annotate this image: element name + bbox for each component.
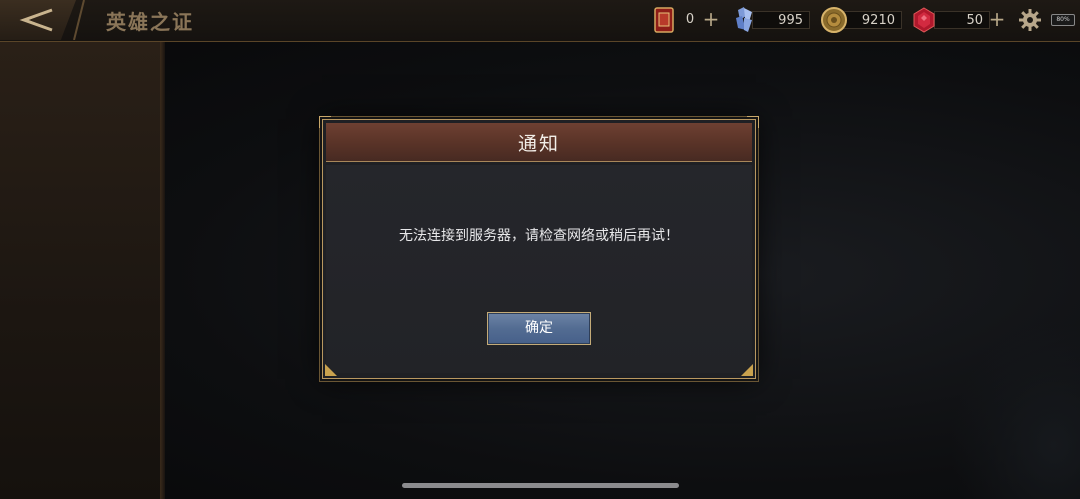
crystal-count: 995 (752, 11, 810, 29)
settings-gear-icon[interactable] (1018, 8, 1042, 32)
left-panel-edge (160, 42, 165, 499)
red-card-icon (654, 7, 674, 33)
gold-coin-icon (821, 7, 847, 33)
confirm-button[interactable]: 确定 (487, 312, 591, 345)
title-divider (73, 0, 85, 40)
corner-ornament (325, 364, 337, 376)
resource-card: 0 + (650, 6, 722, 34)
card-count: 0 (685, 12, 695, 27)
red-gem-icon (913, 7, 935, 33)
add-gem-button[interactable]: + (988, 9, 1006, 29)
left-panel (0, 42, 160, 499)
resource-crystal: 995 (730, 6, 812, 34)
back-chevron-icon (19, 8, 53, 32)
battery-indicator: 80% (1051, 14, 1075, 26)
notice-dialog: 通知 无法连接到服务器，请检查网络或稍后再试！ 确定 (319, 116, 759, 379)
coin-count: 9210 (842, 11, 902, 29)
top-bar: 英雄之证 0 + 995 9210 50 + 80% (0, 0, 1080, 42)
blue-crystal-icon (736, 7, 752, 32)
dialog-title: 通知 (517, 132, 560, 155)
gem-count: 50 (934, 11, 990, 29)
dialog-message: 无法连接到服务器，请检查网络或稍后再试！ (399, 228, 679, 244)
back-button[interactable] (0, 0, 76, 40)
page-title: 英雄之证 (106, 10, 194, 34)
home-indicator[interactable] (402, 483, 679, 488)
add-card-button[interactable]: + (702, 9, 720, 29)
game-screen: 英雄之证 0 + 995 9210 50 + 80% 通知 无法连接到服务器，请… (0, 0, 1080, 499)
background-texture (950, 320, 1080, 499)
corner-ornament (741, 364, 753, 376)
resource-gem: 50 + (910, 6, 1008, 34)
resource-coin: 9210 (820, 6, 904, 34)
dialog-body: 无法连接到服务器，请检查网络或稍后再试！ 确定 (326, 165, 752, 373)
dialog-header: 通知 (326, 123, 752, 162)
